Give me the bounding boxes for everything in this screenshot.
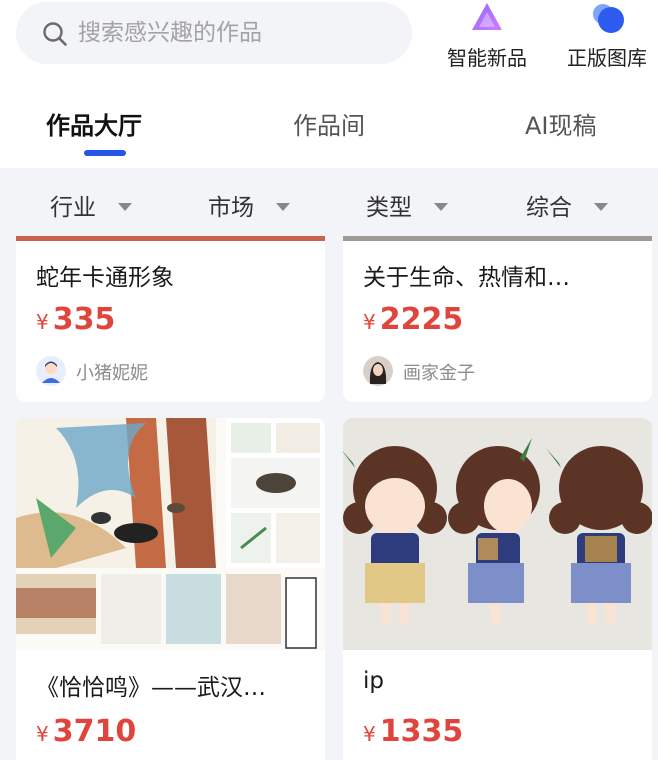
work-price: ¥3710	[36, 714, 136, 749]
price-value: 1335	[379, 714, 464, 749]
price-value: 2225	[379, 302, 464, 337]
triangle-gradient-icon	[472, 3, 502, 30]
filter-type[interactable]: 类型	[366, 188, 448, 222]
author-name: 小猪妮妮	[76, 363, 148, 384]
licensed-gallery-label: 正版图库	[567, 46, 647, 70]
tab-bar: 作品大厅 作品间 AI现稿	[0, 92, 658, 164]
filter-sort-label: 综合	[526, 195, 572, 221]
work-card[interactable]: ip ¥1335	[343, 418, 652, 760]
work-title: 关于生命、热情和…	[363, 265, 570, 291]
work-card[interactable]: 《恰恰鸣》——武汉… ¥3710	[16, 418, 325, 760]
work-card[interactable]: 蛇年卡通形象 ¥335 小猪妮妮	[16, 236, 325, 402]
price-value: 335	[52, 302, 116, 337]
cover-image	[343, 418, 652, 650]
work-price: ¥2225	[363, 302, 463, 337]
search-bar[interactable]	[16, 2, 412, 64]
work-title: 蛇年卡通形象	[36, 265, 174, 291]
filter-industry[interactable]: 行业	[50, 188, 132, 222]
works-grid: 蛇年卡通形象 ¥335 小猪妮妮 关于生命、热情和… ¥2225 画家金子 《恰…	[0, 236, 658, 760]
filter-type-label: 类型	[366, 195, 412, 221]
smart-new-label: 智能新品	[447, 46, 527, 70]
search-icon	[43, 22, 67, 46]
filter-sort[interactable]: 综合	[526, 188, 608, 222]
author-name: 画家金子	[403, 363, 475, 384]
work-title: ip	[363, 668, 384, 694]
work-title: 《恰恰鸣》——武汉…	[36, 675, 266, 701]
header: 智能新品 正版图库 作品大厅 作品间 AI现稿	[0, 0, 658, 168]
tab-works-hall[interactable]: 作品大厅	[46, 106, 142, 141]
avatar	[363, 356, 393, 386]
cover-image-edge	[343, 236, 652, 241]
work-price: ¥1335	[363, 714, 463, 749]
currency-symbol: ¥	[363, 722, 376, 746]
caret-down-icon	[276, 202, 290, 211]
work-price: ¥335	[36, 302, 115, 337]
circles-icon	[593, 4, 624, 33]
caret-down-icon	[118, 202, 132, 211]
tab-works-room[interactable]: 作品间	[293, 106, 365, 141]
filter-market-label: 市场	[208, 195, 254, 221]
filter-bar: 行业 市场 类型 综合	[0, 168, 658, 240]
currency-symbol: ¥	[36, 722, 49, 746]
smart-new-button[interactable]: 智能新品	[432, 0, 542, 72]
filter-industry-label: 行业	[50, 195, 96, 221]
avatar	[36, 356, 66, 386]
currency-symbol: ¥	[36, 310, 49, 334]
licensed-gallery-button[interactable]: 正版图库	[552, 0, 658, 72]
caret-down-icon	[434, 202, 448, 211]
price-value: 3710	[52, 714, 137, 749]
currency-symbol: ¥	[363, 310, 376, 334]
caret-down-icon	[594, 202, 608, 211]
search-input[interactable]	[78, 12, 398, 54]
work-card[interactable]: 关于生命、热情和… ¥2225 画家金子	[343, 236, 652, 402]
tab-ai-drafts[interactable]: AI现稿	[525, 106, 597, 141]
filter-market[interactable]: 市场	[208, 188, 290, 222]
active-tab-indicator	[84, 150, 126, 156]
cover-image-edge	[16, 236, 325, 241]
cover-image	[16, 418, 325, 650]
